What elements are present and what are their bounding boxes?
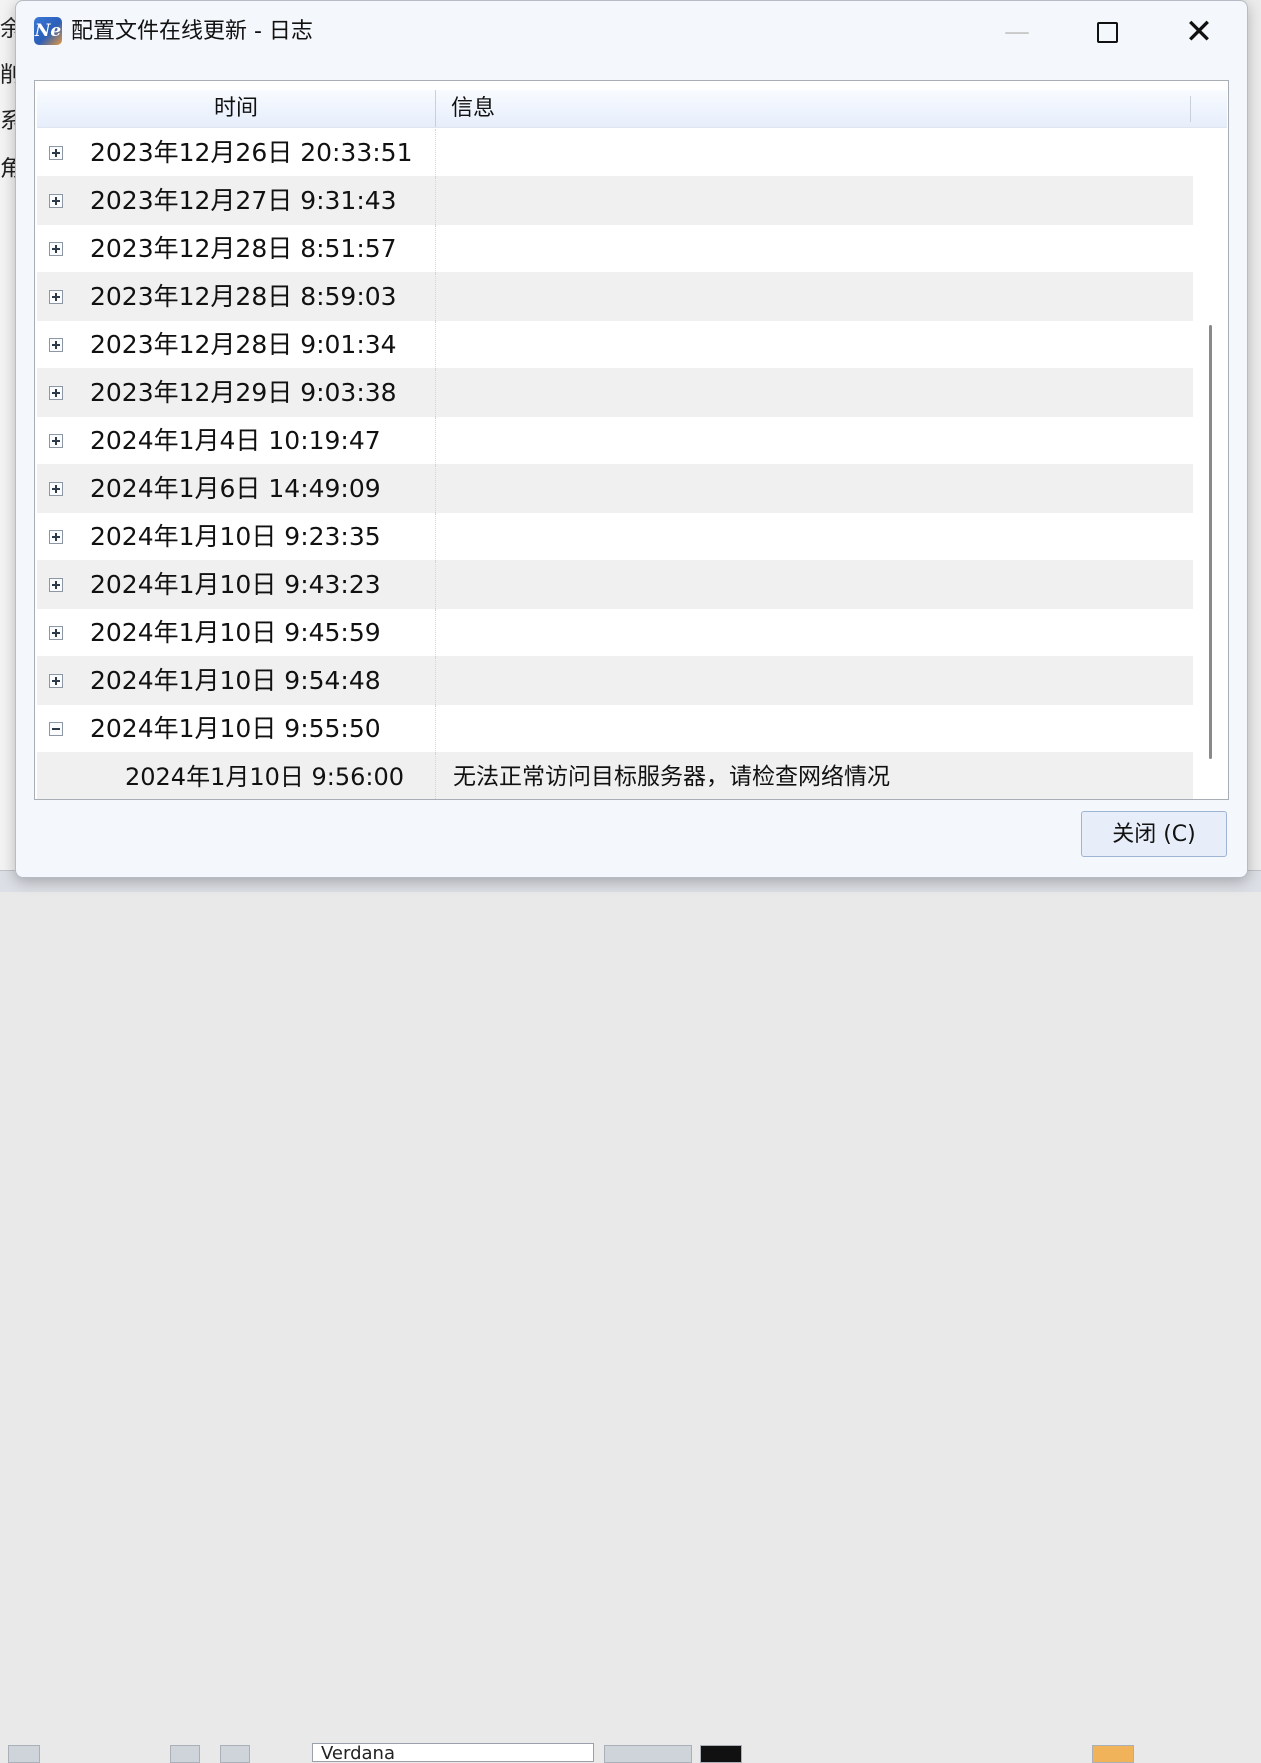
info-cell (437, 177, 1193, 225)
expand-icon[interactable] (49, 578, 63, 592)
log-row[interactable]: 2024年1月10日 9:23:35 (37, 513, 1193, 561)
time-cell: 2023年12月28日 9:01:34 (37, 321, 436, 369)
timestamp-text: 2024年1月6日 14:49:09 (90, 474, 381, 503)
timestamp-text: 2024年1月10日 9:45:59 (90, 618, 381, 647)
title-bar[interactable]: Ne 配置文件在线更新 - 日志 — ✕ (16, 1, 1247, 63)
time-cell: 2024年1月10日 9:45:59 (37, 609, 436, 657)
log-rows: 2023年12月26日 20:33:51 2023年12月27日 9:31:43 2… (37, 129, 1193, 799)
log-row[interactable]: 2023年12月29日 9:03:38 (37, 369, 1193, 417)
timestamp-text: 2024年1月10日 9:43:23 (90, 570, 381, 599)
time-cell: 2023年12月29日 9:03:38 (37, 369, 436, 417)
expand-icon[interactable] (49, 146, 63, 160)
timestamp-text: 2023年12月28日 8:59:03 (90, 282, 397, 311)
expand-icon[interactable] (49, 290, 63, 304)
timestamp-text: 2023年12月26日 20:33:51 (90, 138, 413, 167)
time-cell: 2023年12月26日 20:33:51 (37, 129, 436, 177)
time-cell: 2024年1月10日 9:56:00 (37, 753, 436, 799)
time-cell: 2023年12月28日 8:59:03 (37, 273, 436, 321)
background-tool-button (220, 1745, 250, 1763)
time-cell: 2023年12月28日 8:51:57 (37, 225, 436, 273)
log-row[interactable]: 2023年12月28日 8:51:57 (37, 225, 1193, 273)
background-tool-button (604, 1745, 692, 1763)
log-row[interactable]: 2024年1月10日 9:54:48 (37, 657, 1193, 705)
expand-icon[interactable] (49, 530, 63, 544)
maximize-icon (1096, 22, 1118, 43)
info-cell (437, 705, 1193, 753)
expand-icon[interactable] (49, 626, 63, 640)
background-app-edge (1246, 0, 1261, 891)
column-header-row: 时间 信息 (37, 90, 1227, 128)
log-row[interactable]: 2024年1月10日 9:45:59 (37, 609, 1193, 657)
log-child-row[interactable]: 2024年1月10日 9:56:00 无法正常访问目标服务器，请检查网络情况 (37, 753, 1193, 799)
expand-icon[interactable] (49, 242, 63, 256)
expand-icon[interactable] (49, 194, 63, 208)
expand-icon[interactable] (49, 434, 63, 448)
vertical-scrollbar[interactable] (1195, 127, 1225, 797)
scrollbar-thumb[interactable] (1209, 325, 1212, 759)
info-cell (437, 369, 1193, 417)
timestamp-text: 2024年1月10日 9:56:00 (125, 763, 405, 791)
time-cell: 2024年1月10日 9:55:50 (37, 705, 436, 753)
time-cell: 2024年1月10日 9:54:48 (37, 657, 436, 705)
log-row[interactable]: 2023年12月28日 9:01:34 (37, 321, 1193, 369)
background-tool-button (170, 1745, 200, 1763)
info-cell (437, 465, 1193, 513)
time-cell: 2023年12月27日 9:31:43 (37, 177, 436, 225)
info-cell (437, 513, 1193, 561)
time-cell: 2024年1月10日 9:43:23 (37, 561, 436, 609)
column-divider (1190, 96, 1191, 122)
log-row[interactable]: 2024年1月10日 9:43:23 (37, 561, 1193, 609)
timestamp-text: 2023年12月27日 9:31:43 (90, 186, 397, 215)
minimize-button[interactable]: — (994, 9, 1040, 55)
column-header-info[interactable]: 信息 (451, 90, 1191, 127)
background-tool-button (1092, 1745, 1134, 1763)
info-cell (437, 225, 1193, 273)
close-window-button[interactable]: ✕ (1176, 9, 1222, 55)
log-row[interactable]: 2024年1月4日 10:19:47 (37, 417, 1193, 465)
timestamp-text: 2023年12月29日 9:03:38 (90, 378, 397, 407)
app-logo-icon: Ne (34, 17, 62, 45)
background-font-selector: Verdana (312, 1743, 594, 1762)
info-cell (437, 561, 1193, 609)
background-tool-button (8, 1745, 40, 1763)
info-cell: 无法正常访问目标服务器，请检查网络情况 (453, 764, 890, 790)
info-cell (437, 609, 1193, 657)
time-cell: 2024年1月6日 14:49:09 (37, 465, 436, 513)
close-button[interactable]: 关闭 (C) (1081, 811, 1227, 857)
log-row[interactable]: 2023年12月28日 8:59:03 (37, 273, 1193, 321)
timestamp-text: 2024年1月10日 9:54:48 (90, 666, 381, 695)
info-cell (437, 657, 1193, 705)
expand-icon[interactable] (49, 482, 63, 496)
timestamp-text: 2024年1月4日 10:19:47 (90, 426, 381, 455)
info-cell (437, 129, 1193, 177)
timestamp-text: 2024年1月10日 9:55:50 (90, 714, 381, 743)
log-row[interactable]: 2024年1月10日 9:55:50 (37, 705, 1193, 753)
column-header-time[interactable]: 时间 (37, 90, 436, 127)
time-cell: 2024年1月4日 10:19:47 (37, 417, 436, 465)
expand-icon[interactable] (49, 386, 63, 400)
window-title: 配置文件在线更新 - 日志 (71, 19, 313, 44)
background-color-swatch (700, 1745, 742, 1763)
timestamp-text: 2023年12月28日 8:51:57 (90, 234, 397, 263)
log-tree-list[interactable]: 时间 信息 2023年12月26日 20:33:51 2023年12月27日 9:… (34, 80, 1229, 800)
info-cell (437, 417, 1193, 465)
info-cell (437, 321, 1193, 369)
timestamp-text: 2024年1月10日 9:23:35 (90, 522, 381, 551)
log-row[interactable]: 2023年12月27日 9:31:43 (37, 177, 1193, 225)
collapse-icon[interactable] (49, 722, 63, 736)
maximize-button[interactable] (1084, 9, 1130, 55)
log-row[interactable]: 2023年12月26日 20:33:51 (37, 129, 1193, 177)
info-cell (437, 273, 1193, 321)
log-row[interactable]: 2024年1月6日 14:49:09 (37, 465, 1193, 513)
log-dialog: Ne 配置文件在线更新 - 日志 — ✕ 时间 信息 2023年12月26日 2… (15, 0, 1248, 878)
timestamp-text: 2023年12月28日 9:01:34 (90, 330, 397, 359)
expand-icon[interactable] (49, 674, 63, 688)
time-cell: 2024年1月10日 9:23:35 (37, 513, 436, 561)
expand-icon[interactable] (49, 338, 63, 352)
